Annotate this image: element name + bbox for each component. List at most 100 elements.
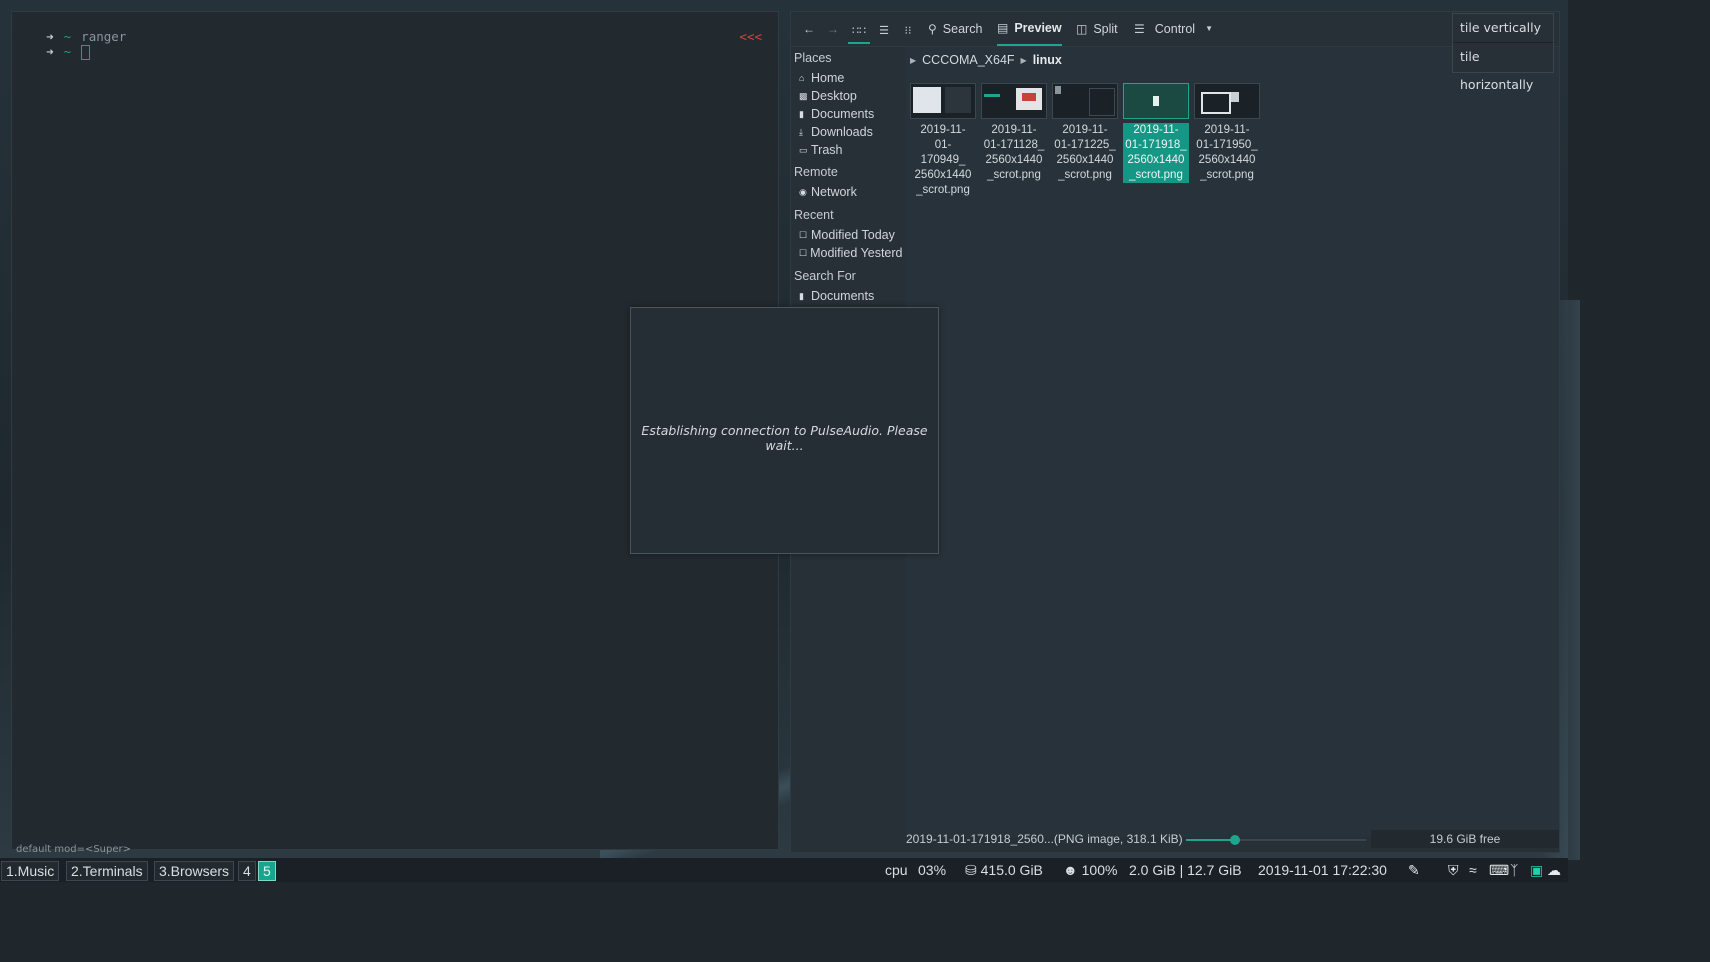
sidebar-item-label: Modified Today bbox=[811, 228, 895, 242]
battery-value: 100% bbox=[1081, 862, 1118, 878]
sidebar-item-search-documents[interactable]: ▮ Documents bbox=[799, 289, 903, 303]
keyboard-icon[interactable]: ⌨ bbox=[1489, 861, 1509, 879]
sidebar-item-modified-today[interactable]: ☐ Modified Today bbox=[799, 228, 903, 242]
file-name: 2019-11- 01-171128_ 2560x1440 _scrot.png bbox=[983, 124, 1045, 181]
document-icon: ▮ bbox=[799, 290, 804, 301]
cpu-value: 03% bbox=[918, 862, 947, 878]
tile-menu: tile vertically tile horizontally bbox=[1452, 13, 1554, 92]
cpu-label: cpu bbox=[885, 862, 908, 878]
chevron-right-icon: ▶ bbox=[910, 55, 917, 65]
file-thumbnail bbox=[1194, 83, 1260, 119]
calendar-icon: ☐ bbox=[799, 229, 808, 240]
icon-view-button[interactable]: ∷∷ bbox=[848, 22, 870, 44]
preview-button[interactable]: ▤ Preview bbox=[997, 12, 1062, 46]
menu-icon: ☰ bbox=[1134, 22, 1145, 36]
workspace-3[interactable]: 3.Browsers bbox=[154, 861, 235, 881]
desktop-icon: ▩ bbox=[799, 90, 808, 101]
sidebar-item-desktop[interactable]: ▩ Desktop bbox=[799, 89, 903, 103]
places-header: Places bbox=[794, 51, 832, 65]
prompt-dir: ~ bbox=[63, 44, 72, 59]
download-icon: ⤓ bbox=[799, 126, 803, 137]
workspace-5[interactable]: 5 bbox=[258, 861, 276, 881]
file-thumbnail bbox=[1123, 83, 1189, 119]
taskbar: 1.Music 2.Terminals 3.Browsers 4 5 cpu 0… bbox=[0, 858, 1568, 882]
file-item[interactable]: 2019-11- 01-171225_ 2560x1440 _scrot.png bbox=[1052, 83, 1118, 183]
workspace-4[interactable]: 4 bbox=[238, 861, 256, 881]
sidebar-item-label: Home bbox=[811, 71, 845, 85]
battery-indicator: ☻ 100% bbox=[1063, 861, 1117, 879]
breadcrumb-item-parent[interactable]: CCCOMA_X64F bbox=[922, 53, 1014, 67]
split-button[interactable]: ◫ Split bbox=[1076, 12, 1118, 46]
file-thumbnail bbox=[981, 83, 1047, 119]
search-button[interactable]: ⚲ Search bbox=[928, 12, 982, 46]
search-for-header: Search For bbox=[794, 269, 856, 283]
arrow-right-icon: → bbox=[827, 22, 839, 36]
compact-view-button[interactable]: ⁝⁝ bbox=[897, 22, 919, 44]
sidebar-item-label: Modified Yesterday bbox=[810, 246, 903, 260]
selection-info: 2019-11-01-171918_2560...(PNG image, 318… bbox=[906, 832, 1183, 846]
sidebar-item-home[interactable]: ⌂ Home bbox=[799, 71, 903, 85]
sidebar-item-downloads[interactable]: ⤓ Downloads bbox=[799, 125, 903, 139]
file-thumbnail bbox=[1052, 83, 1118, 119]
chevron-right-icon: ▶ bbox=[1020, 55, 1027, 65]
breadcrumb: ▶ CCCOMA_X64F ▶ linux bbox=[910, 53, 1062, 67]
file-item[interactable]: 2019-11- 01- 170949_ 2560x1440 _scrot.pn… bbox=[910, 83, 976, 198]
breadcrumb-item-current[interactable]: linux bbox=[1033, 53, 1062, 67]
calendar-icon: ☐ bbox=[799, 247, 808, 258]
sidebar-item-trash[interactable]: ▭ Trash bbox=[799, 143, 903, 157]
file-view[interactable]: ▶ CCCOMA_X64F ▶ linux 2019-11- 01- 17094… bbox=[906, 47, 1559, 837]
memory-indicator: 2.0 GiB | 12.7 GiB bbox=[1129, 862, 1242, 878]
smiley-icon: ☻ bbox=[1063, 862, 1082, 878]
preview-label: Preview bbox=[1014, 21, 1062, 35]
pulseaudio-dialog: Establishing connection to PulseAudio. P… bbox=[630, 307, 939, 554]
disk-value: 415.0 GiB bbox=[980, 862, 1043, 878]
sidebar-item-documents[interactable]: ▮ Documents bbox=[799, 107, 903, 121]
dialog-message: Establishing connection to PulseAudio. P… bbox=[641, 423, 928, 453]
sidebar-item-label: Network bbox=[811, 185, 857, 199]
forward-button[interactable]: → bbox=[827, 12, 839, 46]
square-icon[interactable]: ▣ bbox=[1530, 861, 1543, 879]
columns-icon: ⁝⁝ bbox=[904, 25, 912, 37]
control-menu-button[interactable]: ☰ Control ▼ bbox=[1134, 12, 1213, 46]
file-name: 2019-11- 01- 170949_ 2560x1440 _scrot.pn… bbox=[914, 124, 972, 196]
list-view-button[interactable]: ☰ bbox=[873, 22, 895, 44]
workspace-2[interactable]: 2.Terminals bbox=[66, 861, 148, 881]
menu-item-tile-vertically[interactable]: tile vertically bbox=[1453, 14, 1553, 42]
pencil-icon[interactable]: ✎ bbox=[1408, 861, 1420, 879]
chevron-down-icon: ▼ bbox=[1205, 24, 1213, 33]
file-item-selected[interactable]: 2019-11- 01-171918_ 2560x1440 _scrot.png bbox=[1123, 83, 1189, 183]
wifi-icon[interactable]: ≈ bbox=[1469, 861, 1477, 879]
file-name: 2019-11- 01-171918_ 2560x1440 _scrot.png bbox=[1123, 123, 1189, 183]
document-icon: ▮ bbox=[799, 108, 804, 119]
sidebar-item-label: Downloads bbox=[811, 125, 873, 139]
sidebar-item-modified-yesterday[interactable]: ☐Modified Yesterday bbox=[799, 246, 903, 260]
file-name: 2019-11- 01-171950_ 2560x1440 _scrot.png bbox=[1196, 124, 1258, 181]
trash-icon: ▭ bbox=[799, 144, 808, 155]
sidebar-item-label: Documents bbox=[811, 107, 875, 121]
workspace-1[interactable]: 1.Music bbox=[1, 861, 60, 881]
preview-icon: ▤ bbox=[997, 21, 1009, 35]
terminal-cursor[interactable] bbox=[81, 45, 91, 60]
file-name: 2019-11- 01-171225_ 2560x1440 _scrot.png bbox=[1054, 124, 1116, 181]
back-button[interactable]: ← bbox=[803, 12, 815, 46]
recent-header: Recent bbox=[794, 208, 834, 222]
home-icon: ⌂ bbox=[799, 73, 805, 83]
sidebar-item-label: Trash bbox=[811, 143, 843, 157]
toolbar: ← → ∷∷ ☰ ⁝⁝ ⚲ Search ▤ Preview ◫ Split ☰ Con… bbox=[791, 12, 1559, 47]
zoom-slider-fill bbox=[1186, 839, 1235, 841]
terminal-line: ➜ ~ bbox=[16, 28, 91, 60]
file-thumbnail bbox=[910, 83, 976, 119]
sidebar-item-label: Desktop bbox=[811, 89, 857, 103]
zoom-slider-knob[interactable] bbox=[1229, 835, 1240, 845]
file-item[interactable]: 2019-11- 01-171128_ 2560x1440 _scrot.png bbox=[981, 83, 1047, 183]
file-item[interactable]: 2019-11- 01-171950_ 2560x1440 _scrot.png bbox=[1194, 83, 1260, 183]
zoom-slider[interactable] bbox=[1186, 835, 1366, 845]
sidebar-item-network[interactable]: ◉ Network bbox=[799, 185, 903, 199]
clock[interactable]: 2019-11-01 17:22:30 bbox=[1258, 861, 1387, 879]
bluetooth-icon[interactable]: ᛉ bbox=[1510, 861, 1518, 879]
menu-item-tile-horizontally[interactable]: tile horizontally bbox=[1453, 42, 1553, 92]
arrow-left-icon: ← bbox=[803, 22, 815, 36]
split-label: Split bbox=[1093, 22, 1118, 36]
wechat-icon[interactable]: ☁ bbox=[1547, 861, 1561, 879]
shield-icon[interactable]: ⛨ bbox=[1448, 861, 1459, 879]
